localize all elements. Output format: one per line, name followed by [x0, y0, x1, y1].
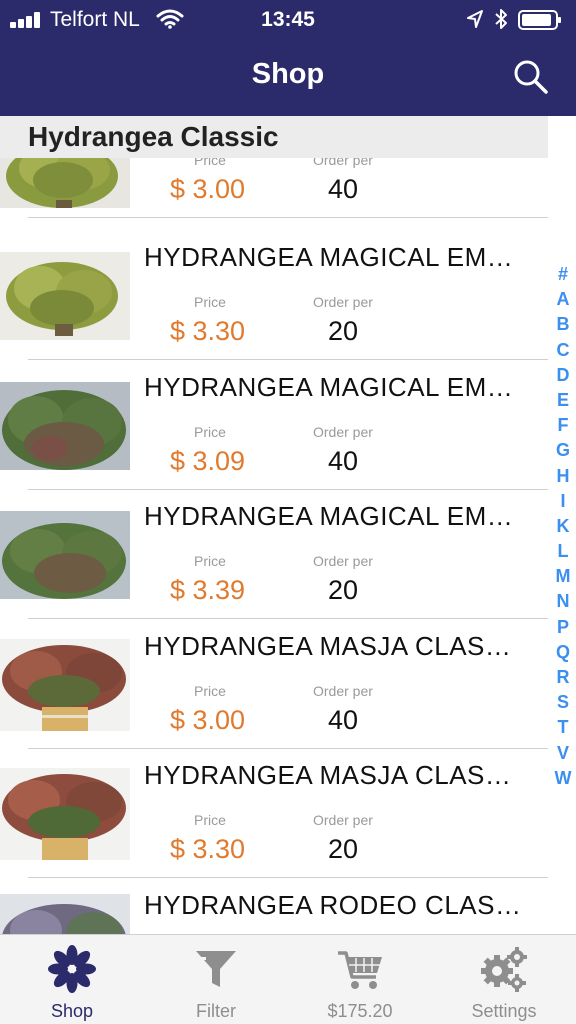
product-row[interactable]: HYDRANGEA MASJA CLAS… Price Order per $ … — [0, 619, 548, 749]
product-price: $ 3.00 — [170, 174, 246, 204]
index-letter[interactable]: I — [550, 489, 576, 514]
product-image — [0, 158, 130, 208]
price-label: Price — [194, 158, 226, 168]
product-image — [0, 894, 130, 934]
tab-label: Settings — [471, 1001, 537, 1021]
index-letter[interactable]: B — [550, 312, 576, 337]
product-image — [0, 252, 130, 340]
funnel-icon — [196, 951, 236, 987]
order-per-label: Order per — [313, 424, 373, 440]
product-name: HYDRANGEA RODEO CLAS… — [144, 890, 522, 920]
order-per-label: Order per — [313, 294, 373, 310]
tab-shop[interactable]: Shop — [0, 935, 144, 1024]
product-order-quantity: 20 — [328, 834, 359, 864]
index-letter[interactable]: # — [550, 262, 576, 287]
product-row[interactable]: HYDRANGEA MAGICAL EM… Price Order per $ … — [0, 489, 548, 619]
product-list[interactable]: Price Order per $ 3.00 40 HYDRANGEA MAGI… — [0, 158, 548, 934]
product-name: HYDRANGEA MAGICAL EM… — [144, 501, 514, 531]
index-letter[interactable]: Q — [550, 640, 576, 665]
product-order-quantity: 40 — [328, 446, 359, 476]
product-price: $ 3.30 — [170, 316, 246, 346]
gears-icon — [481, 947, 527, 992]
product-price: $ 3.00 — [170, 705, 246, 735]
index-letter[interactable]: H — [550, 464, 576, 489]
price-label: Price — [194, 683, 226, 699]
status-time: 13:45 — [261, 8, 315, 31]
tab-label: Filter — [196, 1001, 236, 1021]
order-per-label: Order per — [313, 553, 373, 569]
product-name: HYDRANGEA MASJA CLAS… — [144, 631, 512, 661]
index-letter[interactable]: K — [550, 514, 576, 539]
index-letter[interactable]: W — [550, 766, 576, 791]
tab-cart[interactable]: $175.20 — [288, 935, 432, 1024]
tab-label: $175.20 — [327, 1001, 393, 1021]
tab-bar: Shop Filter $175.20 Settings — [0, 934, 576, 1024]
index-letter[interactable]: C — [550, 338, 576, 363]
battery-icon — [518, 10, 561, 30]
section-title: Hydrangea Classic — [28, 121, 279, 152]
index-letter[interactable]: N — [550, 589, 576, 614]
product-order-quantity: 40 — [328, 174, 359, 204]
product-row[interactable]: Price Order per $ 3.00 40 — [0, 158, 548, 218]
product-image — [0, 639, 130, 731]
product-name: HYDRANGEA MAGICAL EM… — [144, 242, 514, 272]
index-letter[interactable]: D — [550, 363, 576, 388]
price-label: Price — [194, 812, 226, 828]
search-icon[interactable] — [510, 56, 550, 96]
tab-settings[interactable]: Settings — [432, 935, 576, 1024]
product-price: $ 3.39 — [170, 575, 246, 605]
order-per-label: Order per — [313, 158, 373, 168]
order-per-label: Order per — [313, 683, 373, 699]
product-row[interactable]: HYDRANGEA MAGICAL EM… Price Order per $ … — [0, 360, 548, 490]
index-letter[interactable]: F — [550, 413, 576, 438]
product-image — [0, 768, 130, 860]
index-letter[interactable]: V — [550, 741, 576, 766]
cart-icon — [338, 951, 382, 989]
product-order-quantity: 20 — [328, 575, 359, 605]
index-letter[interactable]: A — [550, 287, 576, 312]
product-name: HYDRANGEA MAGICAL EM… — [144, 372, 514, 402]
price-label: Price — [194, 294, 226, 310]
index-letter[interactable]: P — [550, 615, 576, 640]
product-image — [0, 511, 130, 599]
alphabet-index[interactable]: # A B C D E F G H I K L M N P Q R S T V W — [550, 262, 576, 791]
section-header: Hydrangea Classic — [0, 116, 548, 158]
product-row[interactable]: HYDRANGEA MAGICAL EM… Price Order per $ … — [0, 230, 548, 360]
flower-icon — [48, 945, 96, 993]
navigation-bar: Telfort NL 13:45 Shop — [0, 0, 576, 116]
row-divider — [28, 217, 548, 218]
tab-filter[interactable]: Filter — [144, 935, 288, 1024]
product-image — [0, 382, 130, 470]
status-bar: Telfort NL 13:45 — [0, 0, 576, 40]
price-label: Price — [194, 553, 226, 569]
index-letter[interactable]: L — [550, 539, 576, 564]
price-label: Price — [194, 424, 226, 440]
location-arrow-icon — [467, 10, 483, 28]
product-price: $ 3.09 — [170, 446, 246, 476]
index-letter[interactable]: S — [550, 690, 576, 715]
order-per-label: Order per — [313, 812, 373, 828]
product-row[interactable]: HYDRANGEA MASJA CLAS… Price Order per $ … — [0, 748, 548, 878]
index-letter[interactable]: M — [550, 564, 576, 589]
index-letter[interactable]: G — [550, 438, 576, 463]
product-row[interactable]: HYDRANGEA RODEO CLAS… — [0, 878, 548, 934]
tab-label: Shop — [50, 1001, 94, 1021]
index-letter[interactable]: E — [550, 388, 576, 413]
product-order-quantity: 40 — [328, 705, 359, 735]
product-name: HYDRANGEA MASJA CLAS… — [144, 760, 512, 790]
bluetooth-icon — [495, 9, 507, 29]
product-order-quantity: 20 — [328, 316, 359, 346]
index-letter[interactable]: T — [550, 715, 576, 740]
index-letter[interactable]: R — [550, 665, 576, 690]
product-price: $ 3.30 — [170, 834, 246, 864]
page-title: Shop — [251, 58, 325, 90]
